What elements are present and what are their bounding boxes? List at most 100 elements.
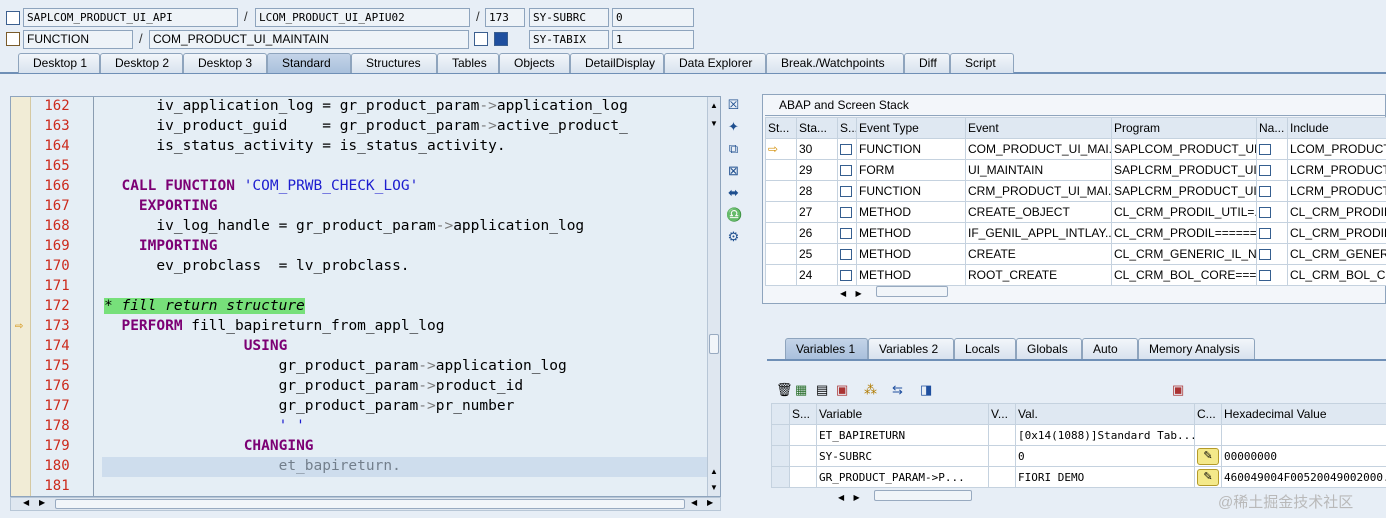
stack-cell[interactable]: FUNCTION [856,138,966,160]
scroll-thumb[interactable] [709,334,719,354]
delete-icon[interactable]: 🗑 [776,382,793,398]
vars-col-header[interactable]: V... [988,403,1016,425]
vars-hscroll[interactable]: ◀ ▶ [838,489,978,503]
stack-icon-cell[interactable] [837,180,857,202]
stack-cell[interactable]: 26 [796,222,838,244]
stack-cell[interactable]: METHOD [856,201,966,223]
stack-hscroll[interactable]: ◀ ▶ [840,285,950,299]
variable-v-cell[interactable] [988,445,1016,467]
code-line[interactable]: iv_product_guid = gr_product_param->acti… [104,118,627,134]
stack-cell[interactable]: 30 [796,138,838,160]
stack-cell[interactable]: CREATE_OBJECT [965,201,1112,223]
navigate-icon[interactable]: ⇆ [892,382,903,398]
stack-icon-cell[interactable] [837,159,857,181]
stack-cell[interactable]: LCRM_PRODUCT_... [1287,159,1386,181]
variable-value-cell[interactable]: [0x14(1088)]Standard Tab... [1015,424,1195,446]
stack-cell[interactable]: SAPLCOM_PRODUCT_UI_... [1111,138,1257,160]
maximize-icon[interactable]: ⊠ [726,163,741,178]
stack-col-header[interactable]: Event Type [856,117,966,139]
type-field[interactable]: FUNCTION [23,30,133,49]
stack-current-cell[interactable] [765,264,797,286]
tab-data-explorer[interactable]: Data Explorer [664,53,766,73]
stack-cell[interactable]: CL_CRM_PRODIL=... [1287,222,1386,244]
variable-hex-cell[interactable]: 460049004F00520049002000... [1221,466,1386,488]
scroll-right-icon[interactable]: ▶ [39,498,45,507]
tab-auto[interactable]: Auto [1082,338,1138,359]
variable-row[interactable]: ET_BAPIRETURN [0x14(1088)]Standard Tab...… [771,424,1386,446]
stack-col-header[interactable]: Program [1111,117,1257,139]
tab-objects[interactable]: Objects [499,53,570,73]
variable-change-cell[interactable] [1194,424,1222,446]
code-line[interactable]: iv_application_log = gr_product_param->a… [104,98,627,114]
stack-cell[interactable]: COM_PRODUCT_UI_MAI... [965,138,1112,160]
variable-change-cell[interactable]: ✎ [1194,445,1222,467]
tab-tables[interactable]: Tables [437,53,499,73]
stack-icon-cell[interactable] [1256,159,1288,181]
stack-cell[interactable]: FUNCTION [856,180,966,202]
hierarchy-icon[interactable]: ⁂ [864,382,877,398]
scroll-right-icon[interactable]: ▶ [856,289,862,298]
variable-name-cell[interactable]: GR_PRODUCT_PARAM->P... [816,466,989,488]
stack-cell[interactable]: 25 [796,243,838,265]
scroll-up-icon[interactable]: ▲ [710,467,718,476]
tab-locals[interactable]: Locals [954,338,1016,359]
code-line[interactable]: ' ' [104,418,305,434]
stack-cell[interactable]: CL_CRM_PRODIL======... [1111,222,1257,244]
code-line[interactable]: gr_product_param->pr_number [104,398,515,414]
vars-col-header[interactable]: S... [789,403,817,425]
tab-desktop-1[interactable]: Desktop 1 [18,53,100,73]
tab-desktop-3[interactable]: Desktop 3 [183,53,267,73]
variable-change-cell[interactable]: ✎ [1194,466,1222,488]
stack-current-cell[interactable] [765,180,797,202]
vars-col-header[interactable]: Variable [816,403,989,425]
vars-col-header[interactable]: C... [1194,403,1222,425]
tab-globals[interactable]: Globals [1016,338,1082,359]
scroll-left-icon[interactable]: ◀ [838,493,844,502]
stack-row[interactable]: 25 METHODCREATECL_CRM_GENERIC_IL_NE... CL_… [765,243,1386,265]
new-tool-icon[interactable]: ✦ [726,119,741,134]
variable-v-cell[interactable] [988,424,1016,446]
stack-cell[interactable]: CL_CRM_GENERIC... [1287,243,1386,265]
scroll-up-icon[interactable]: ▲ [710,101,718,110]
stack-cell[interactable]: CREATE [965,243,1112,265]
breakpoint-gutter[interactable] [11,97,31,496]
scroll-left-icon[interactable]: ◀ [23,498,29,507]
scroll-thumb[interactable] [876,286,948,297]
code-line[interactable]: EXPORTING [104,198,218,214]
stack-cell[interactable]: UI_MAINTAIN [965,159,1112,181]
stack-cell[interactable]: 28 [796,180,838,202]
code-line[interactable]: USING [104,338,288,354]
stack-cell[interactable]: SAPLCRM_PRODUCT_UI_... [1111,180,1257,202]
stack-icon-cell[interactable] [837,243,857,265]
scroll-left-icon[interactable]: ◀ [840,289,846,298]
stack-current-cell[interactable] [765,201,797,223]
save-icon[interactable]: ▣ [1172,382,1184,398]
variable-status-cell[interactable] [789,466,817,488]
stack-icon-cell[interactable] [1256,138,1288,160]
vars-col-header[interactable]: Val. [1015,403,1195,425]
save-list-icon[interactable]: ▤ [816,382,828,398]
services-icon[interactable]: ♎ [726,207,742,222]
stack-col-header[interactable]: St... [765,117,797,139]
swap-tool-icon[interactable]: ⧉ [726,141,741,156]
stack-row[interactable]: 24 METHOD ROOT_CREATE CL_CRM_BOL_CORE===...… [765,264,1386,286]
scroll-down-icon[interactable]: ▼ [710,119,718,128]
scroll-thumb[interactable] [55,499,685,509]
code-line[interactable]: iv_log_handle = gr_product_param->applic… [104,218,584,234]
tab-standard[interactable]: Standard [267,53,351,73]
stack-row[interactable]: 27 METHOD CREATE_OBJECT CL_CRM_PRODIL_UTIL=… [765,201,1386,223]
tab-detaildisplay[interactable]: DetailDisplay [570,53,664,73]
stack-cell[interactable]: CL_CRM_GENERIC_IL_NE... [1111,243,1257,265]
tab-structures[interactable]: Structures [351,53,437,73]
stack-cell[interactable]: CRM_PRODUCT_UI_MAI... [965,180,1112,202]
stack-cell[interactable]: METHOD [856,222,966,244]
scroll-left-icon[interactable]: ◀ [691,498,697,507]
sysvar-subrc-field[interactable]: SY-SUBRC [529,8,609,27]
stack-col-header[interactable]: Include [1287,117,1386,139]
code-line[interactable]: CHANGING [104,438,314,454]
tab-desktop-2[interactable]: Desktop 2 [100,53,183,73]
stack-current-cell[interactable] [765,159,797,181]
details-icon[interactable]: ◨ [920,382,932,398]
vars-col-header[interactable]: Hexadecimal Value [1221,403,1386,425]
stack-row[interactable]: 29 FORMUI_MAINTAINSAPLCRM_PRODUCT_UI_... L… [765,159,1386,181]
